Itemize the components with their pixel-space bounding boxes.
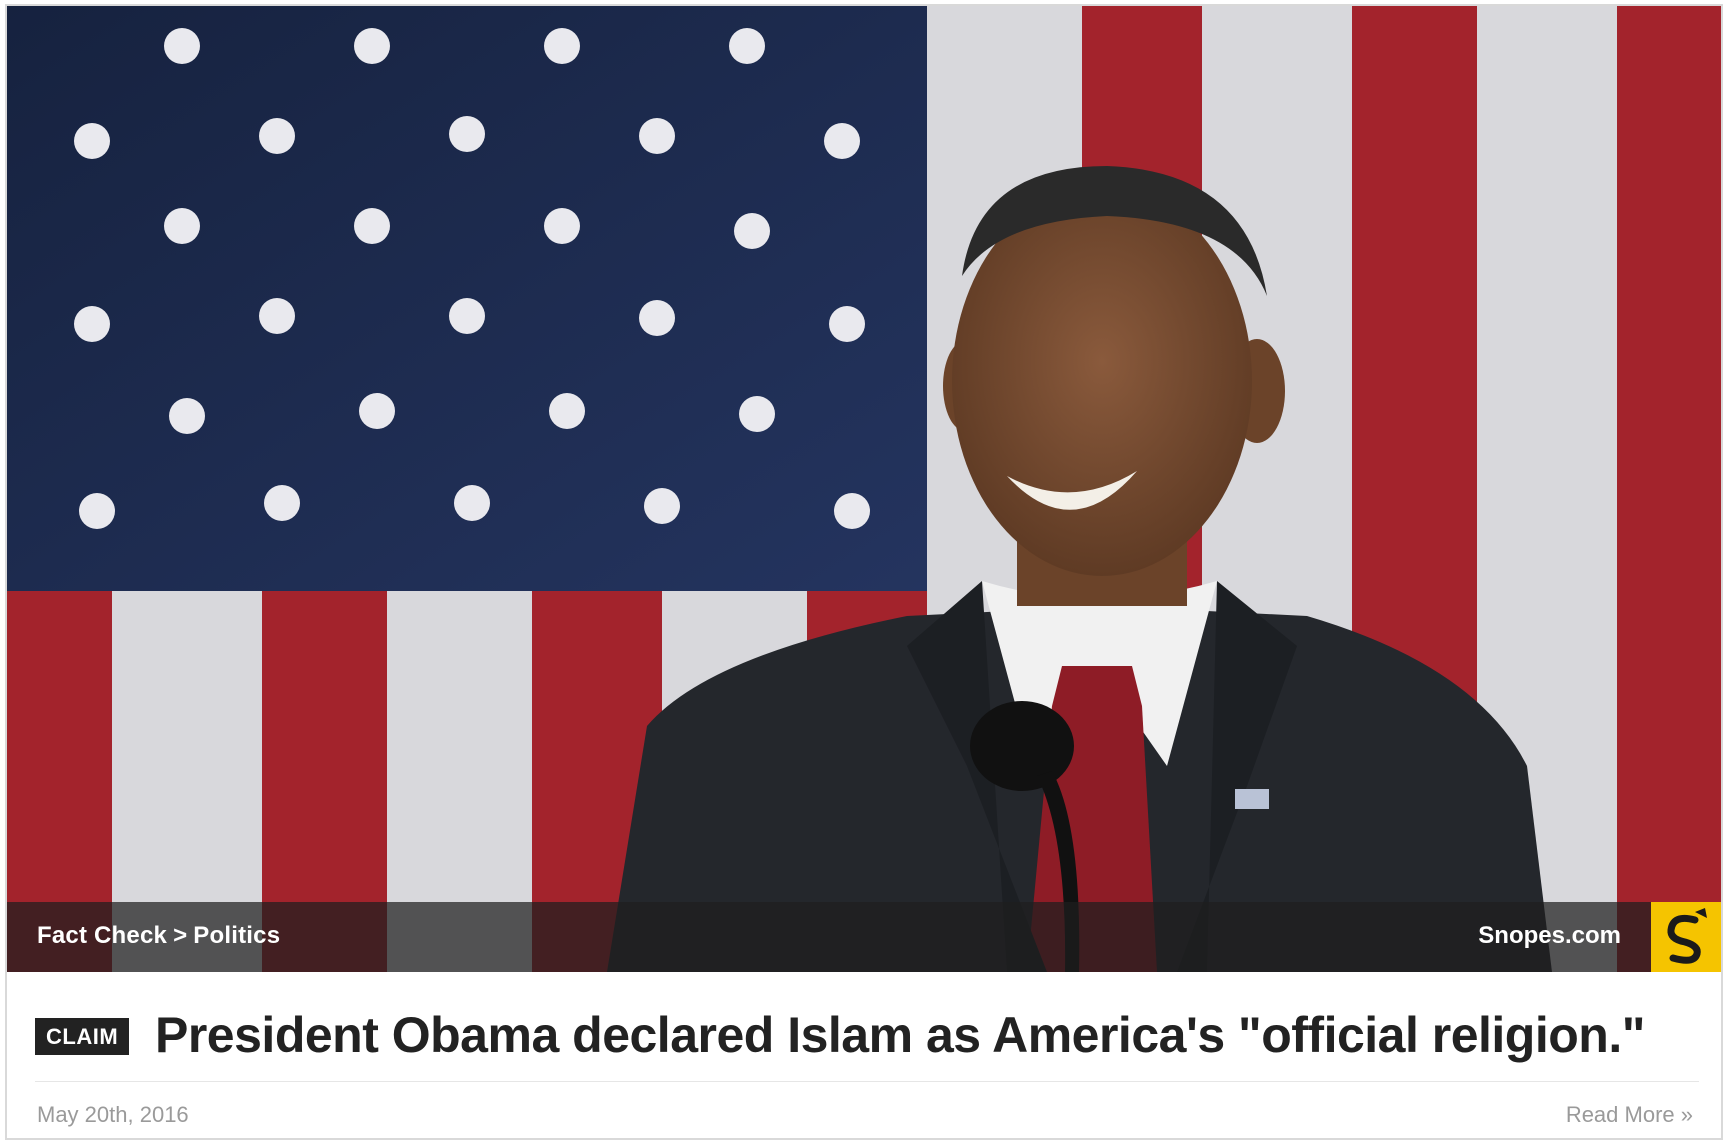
claim-badge: CLAIM bbox=[35, 1018, 130, 1055]
breadcrumb-politics[interactable]: Politics bbox=[193, 922, 280, 949]
hero-overlay-bar: Fact Check > Politics Snopes.com bbox=[7, 902, 1721, 972]
hero-image[interactable]: Fact Check > Politics Snopes.com bbox=[7, 6, 1721, 972]
breadcrumb: Fact Check > Politics bbox=[37, 922, 280, 950]
fact-check-card[interactable]: Fact Check > Politics Snopes.com CLAIM Pre… bbox=[5, 4, 1723, 1140]
hero-photo bbox=[7, 6, 1721, 972]
divider bbox=[35, 1081, 1699, 1082]
breadcrumb-fact-check[interactable]: Fact Check bbox=[37, 922, 167, 949]
claim-title[interactable]: President Obama declared Islam as Americ… bbox=[155, 1006, 1645, 1064]
read-more-link[interactable]: Read More » bbox=[1566, 1102, 1693, 1128]
claim-headline[interactable]: CLAIM President Obama declared Islam as … bbox=[35, 1006, 1695, 1078]
site-name: Snopes.com bbox=[1478, 922, 1621, 949]
breadcrumb-separator: > bbox=[173, 922, 188, 949]
snopes-s-logo-icon bbox=[1667, 908, 1707, 964]
publish-date: May 20th, 2016 bbox=[37, 1102, 189, 1127]
snopes-logo[interactable] bbox=[1651, 902, 1721, 972]
